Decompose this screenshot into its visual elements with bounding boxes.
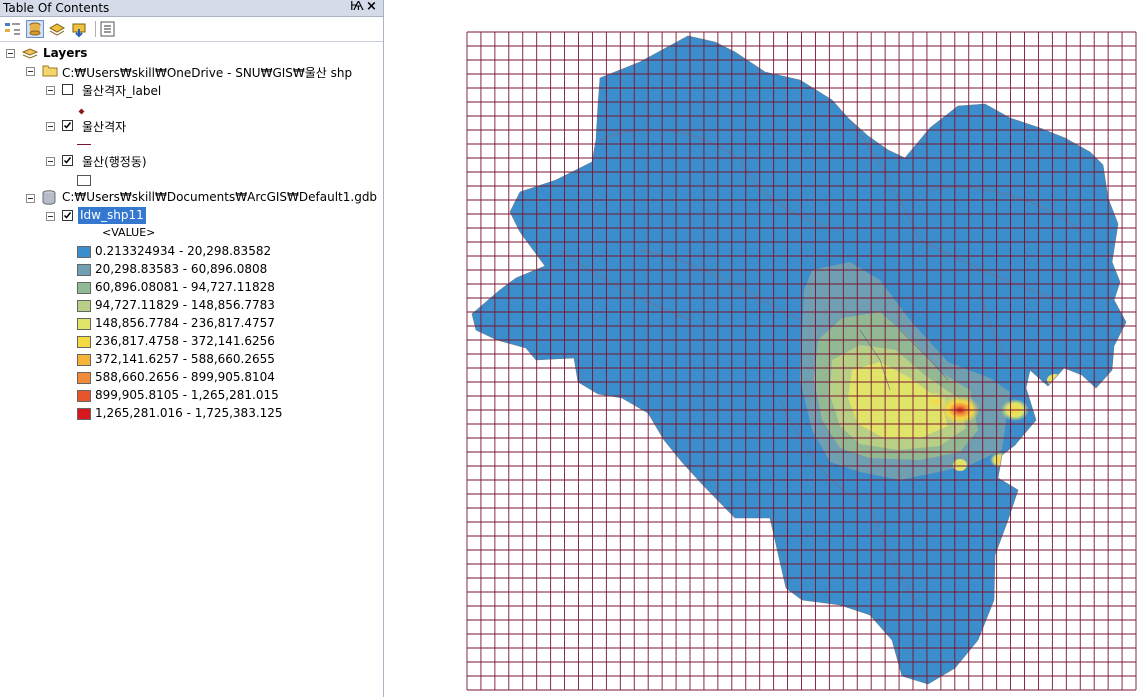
legend-label: 372,141.6257 - 588,660.2655 — [95, 352, 275, 366]
legend-label: 899,905.8105 - 1,265,281.015 — [95, 388, 279, 402]
point-symbol-icon — [78, 104, 85, 118]
legend-swatch — [77, 318, 91, 330]
options-icon[interactable] — [99, 20, 117, 38]
expand-toggle-label-layer[interactable] — [46, 86, 55, 95]
database-icon — [42, 190, 56, 209]
layers-icon — [21, 45, 39, 64]
legend-label: 94,727.11829 - 148,856.7783 — [95, 298, 275, 312]
layer-name-idw-selected[interactable]: Idw_shp11 — [78, 207, 146, 224]
toc-title: Table Of Contents — [3, 1, 110, 15]
folder-icon — [42, 63, 58, 80]
legend-label: 236,817.4758 - 372,141.6256 — [95, 334, 275, 348]
toolbar-separator — [95, 21, 96, 37]
legend-swatch — [77, 408, 91, 420]
legend-swatch — [77, 390, 91, 402]
folder-path-label[interactable]: C:₩Users₩skill₩OneDrive - SNU₩GIS₩울산 shp — [62, 64, 352, 81]
checkbox-idw-layer[interactable] — [62, 210, 73, 221]
legend-label: 20,298.83583 - 60,896.0808 — [95, 262, 268, 276]
layer-name-grid[interactable]: 울산격자 — [82, 118, 126, 135]
legend-swatch — [77, 300, 91, 312]
legend-swatch — [77, 282, 91, 294]
legend-swatch — [77, 336, 91, 348]
expand-toggle-admin-layer[interactable] — [46, 157, 55, 166]
legend-swatch — [77, 246, 91, 258]
toc-toolbar — [0, 17, 383, 42]
polygon-symbol-icon — [77, 175, 91, 186]
close-icon[interactable]: × — [366, 0, 377, 14]
layers-root-label[interactable]: Layers — [43, 46, 87, 60]
expand-toggle-layers[interactable] — [6, 49, 15, 58]
value-field-header: <VALUE> — [102, 226, 156, 239]
expand-toggle-gdb[interactable] — [26, 194, 35, 203]
legend-swatch — [77, 372, 91, 384]
list-by-visibility-icon[interactable] — [48, 20, 66, 38]
map-canvas[interactable] — [386, 0, 1146, 697]
expand-toggle-folder[interactable] — [26, 67, 35, 76]
list-by-selection-icon[interactable] — [70, 20, 88, 38]
list-by-source-icon[interactable] — [26, 20, 44, 38]
legend-label: 148,856.7784 - 236,817.4757 — [95, 316, 275, 330]
legend-label: 0.213324934 - 20,298.83582 — [95, 244, 272, 258]
checkbox-admin-layer[interactable] — [62, 155, 73, 166]
legend-swatch — [77, 264, 91, 276]
toc-title-bar: Table Of Contents Ѩ × — [0, 0, 383, 17]
table-of-contents-panel: Table Of Contents Ѩ × Layers C:₩Users₩sk… — [0, 0, 384, 697]
expand-toggle-idw-layer[interactable] — [46, 212, 55, 221]
checkbox-grid-layer[interactable] — [62, 120, 73, 131]
legend-label: 60,896.08081 - 94,727.11828 — [95, 280, 275, 294]
legend-label: 1,265,281.016 - 1,725,383.125 — [95, 406, 283, 420]
line-symbol-icon — [77, 144, 91, 145]
map-view[interactable] — [386, 0, 1146, 697]
checkbox-label-layer[interactable] — [62, 84, 73, 95]
expand-toggle-grid-layer[interactable] — [46, 122, 55, 131]
legend-swatch — [77, 354, 91, 366]
gdb-path-label[interactable]: C:₩Users₩skill₩Documents₩ArcGIS₩Default1… — [62, 190, 377, 204]
legend-label: 588,660.2656 - 899,905.8104 — [95, 370, 275, 384]
layer-name-label[interactable]: 울산격자_label — [82, 82, 161, 99]
pin-icon[interactable]: Ѩ — [350, 0, 364, 13]
list-by-drawing-order-icon[interactable] — [4, 20, 22, 38]
layer-name-admin[interactable]: 울산(행정동) — [82, 153, 147, 170]
